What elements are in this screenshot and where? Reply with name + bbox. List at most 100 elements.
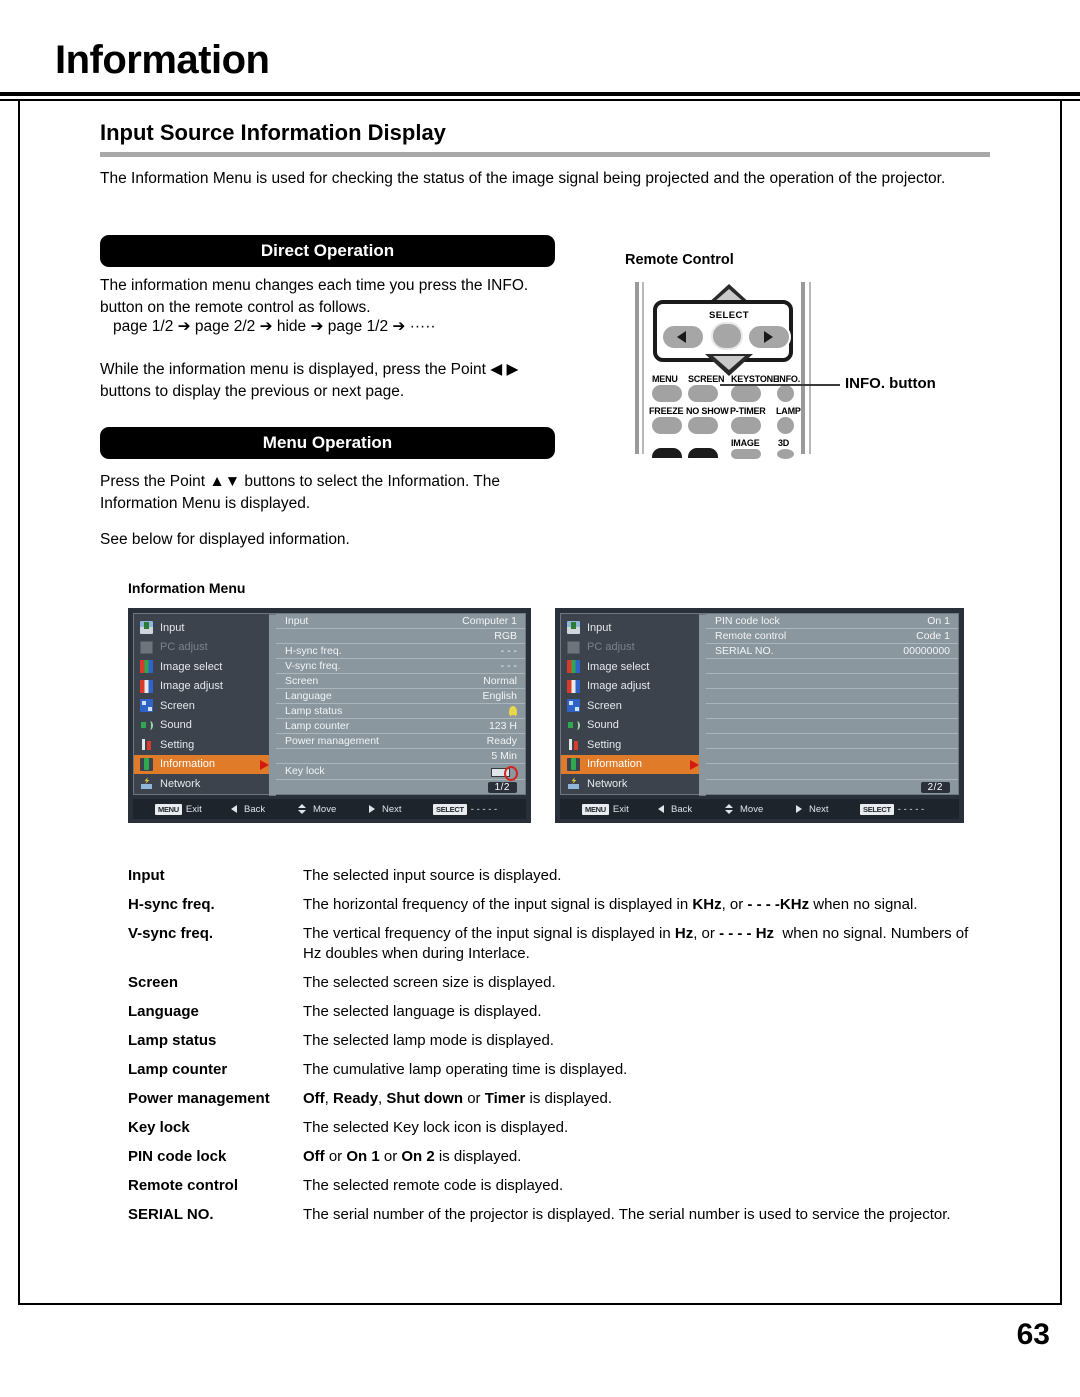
select-key-badge: SELECT (860, 803, 894, 815)
next-label: Next (382, 803, 402, 815)
page-indicator-row: 2/2 (706, 780, 958, 795)
image-select-icon (140, 660, 153, 674)
screen-button-label: SCREEN (688, 374, 725, 384)
information-icon (140, 757, 153, 771)
sidebar-item-information[interactable]: Information (561, 754, 705, 774)
network-icon (567, 777, 580, 791)
table-row: Lamp counter 123 H (276, 719, 525, 735)
p-timer-button (731, 417, 761, 434)
row-value: On 1 (927, 615, 950, 628)
sidebar-item-setting[interactable]: Setting (134, 735, 275, 755)
row-label: Key lock (285, 765, 325, 778)
row-value: - - - (500, 645, 517, 658)
section-title: Input Source Information Display (100, 120, 446, 145)
definition-row: Power management Off, Ready, Shut down or… (128, 1089, 988, 1109)
menu-operation-banner: Menu Operation (100, 427, 555, 459)
chapter-title: Information (55, 38, 270, 82)
table-row: SERIAL NO. 00000000 (706, 644, 958, 660)
definition-row: Input The selected input source is displa… (128, 866, 988, 886)
volume-up-button (652, 448, 682, 458)
definition-row: H-sync freq. The horizontal frequency of … (128, 895, 988, 915)
row-label: Input (285, 615, 309, 628)
table-row-empty (706, 734, 958, 750)
table-row: Power management Ready (276, 734, 525, 750)
sidebar-item-information[interactable]: Information (134, 754, 275, 774)
sidebar-item-label: Image adjust (587, 680, 650, 693)
freeze-button-label: FREEZE (649, 406, 684, 416)
sidebar-item-screen[interactable]: Screen (134, 696, 275, 716)
no-show-button (688, 417, 718, 434)
table-row-empty (706, 719, 958, 735)
row-value: RGB (494, 630, 517, 643)
sidebar-item-sound[interactable]: Sound (134, 716, 275, 736)
sidebar-item-image-select[interactable]: Image select (561, 657, 705, 677)
lamp-button-label: LAMP (776, 406, 801, 416)
section-rule (100, 152, 990, 157)
sidebar-item-screen[interactable]: Screen (561, 696, 705, 716)
definition-description: The serial number of the projector is di… (303, 1206, 951, 1223)
sidebar-item-label: Sound (160, 719, 192, 732)
definition-term: Screen (128, 974, 179, 991)
menu-operation-paragraph-2: See below for displayed information. (100, 531, 350, 548)
sidebar-item-input[interactable]: Input (561, 618, 705, 638)
direct-operation-paragraph-1: The information menu changes each time y… (100, 277, 529, 316)
header-rule-thick (0, 92, 1080, 96)
definition-term: SERIAL NO. (128, 1206, 214, 1223)
screen-icon (567, 699, 580, 713)
definition-term: Key lock (128, 1119, 190, 1136)
sidebar-item-input[interactable]: Input (134, 618, 275, 638)
table-row: 5 Min (276, 749, 525, 765)
sidebar-item-setting[interactable]: Setting (561, 735, 705, 755)
sidebar-item-label: Sound (587, 719, 619, 732)
menu-button-label: MENU (652, 374, 678, 384)
point-left-icon (677, 331, 686, 343)
definition-row: Lamp counter The cumulative lamp operatin… (128, 1060, 988, 1080)
info-button-callout-label: INFO. button (845, 375, 936, 392)
remote-control-figure-label: Remote Control (625, 252, 734, 268)
sidebar-item-label: Information (160, 758, 216, 771)
row-value: 123 H (488, 720, 517, 733)
sidebar-item-label: Information (587, 758, 643, 771)
sidebar-item-image-select[interactable]: Image select (134, 657, 275, 677)
definition-description: The vertical frequency of the input sign… (303, 925, 969, 962)
move-label: Move (313, 803, 337, 815)
osd-info-table-page-2: PIN code lock On 1 Remote control Code 1 S… (699, 613, 959, 796)
sidebar-item-sound[interactable]: Sound (561, 716, 705, 736)
osd-screenshot-page-2: Input PC adjust Image select Image adjus… (555, 608, 964, 823)
sidebar-item-label: Image select (587, 660, 650, 673)
table-row-empty (706, 749, 958, 765)
sidebar-item-network[interactable]: Network (561, 774, 705, 794)
osd-body: Input PC adjust Image select Image adjus… (560, 613, 959, 796)
row-value: 5 Min (491, 750, 517, 763)
direct-operation-sequence: page 1/2 ➔ page 2/2 ➔ hide ➔ page 1/2 ➔ … (113, 318, 436, 335)
image-adjust-icon (140, 679, 153, 693)
network-icon (140, 777, 153, 791)
sound-icon (140, 718, 153, 732)
manual-page: Information Input Source Information Dis… (0, 0, 1080, 1397)
info-button-callout-line (720, 384, 840, 386)
definition-row: Lamp status The selected lamp mode is dis… (128, 1031, 988, 1051)
osd-body: Input PC adjust Image select Image adjus… (133, 613, 526, 796)
table-row: Language English (276, 689, 525, 705)
sidebar-item-image-adjust[interactable]: Image adjust (134, 677, 275, 697)
sidebar-item-label: Network (587, 777, 628, 790)
page-frame-left (18, 99, 20, 1303)
sidebar-item-pc-adjust[interactable]: PC adjust (134, 638, 275, 658)
sidebar-item-pc-adjust[interactable]: PC adjust (561, 638, 705, 658)
select-dashes: - - - - - (470, 803, 498, 815)
remote-body-left-edge-inner (642, 282, 644, 454)
table-row: PIN code lock On 1 (706, 614, 958, 630)
pc-adjust-icon (567, 640, 580, 654)
definition-term: Lamp status (128, 1032, 217, 1049)
definition-description: The cumulative lamp operating time is di… (303, 1061, 628, 1078)
table-row-empty (706, 659, 958, 675)
row-label: SERIAL NO. (715, 645, 774, 658)
sidebar-item-network[interactable]: Network (134, 774, 275, 794)
setting-icon (140, 738, 153, 752)
sidebar-item-image-adjust[interactable]: Image adjust (561, 677, 705, 697)
remote-body-right-edge-inner (809, 282, 811, 454)
definition-term: Language (128, 1003, 199, 1020)
definition-row: SERIAL NO. The serial number of the proje… (128, 1205, 988, 1225)
key-lock-icon (491, 765, 518, 781)
definition-description: The selected screen size is displayed. (303, 974, 556, 991)
